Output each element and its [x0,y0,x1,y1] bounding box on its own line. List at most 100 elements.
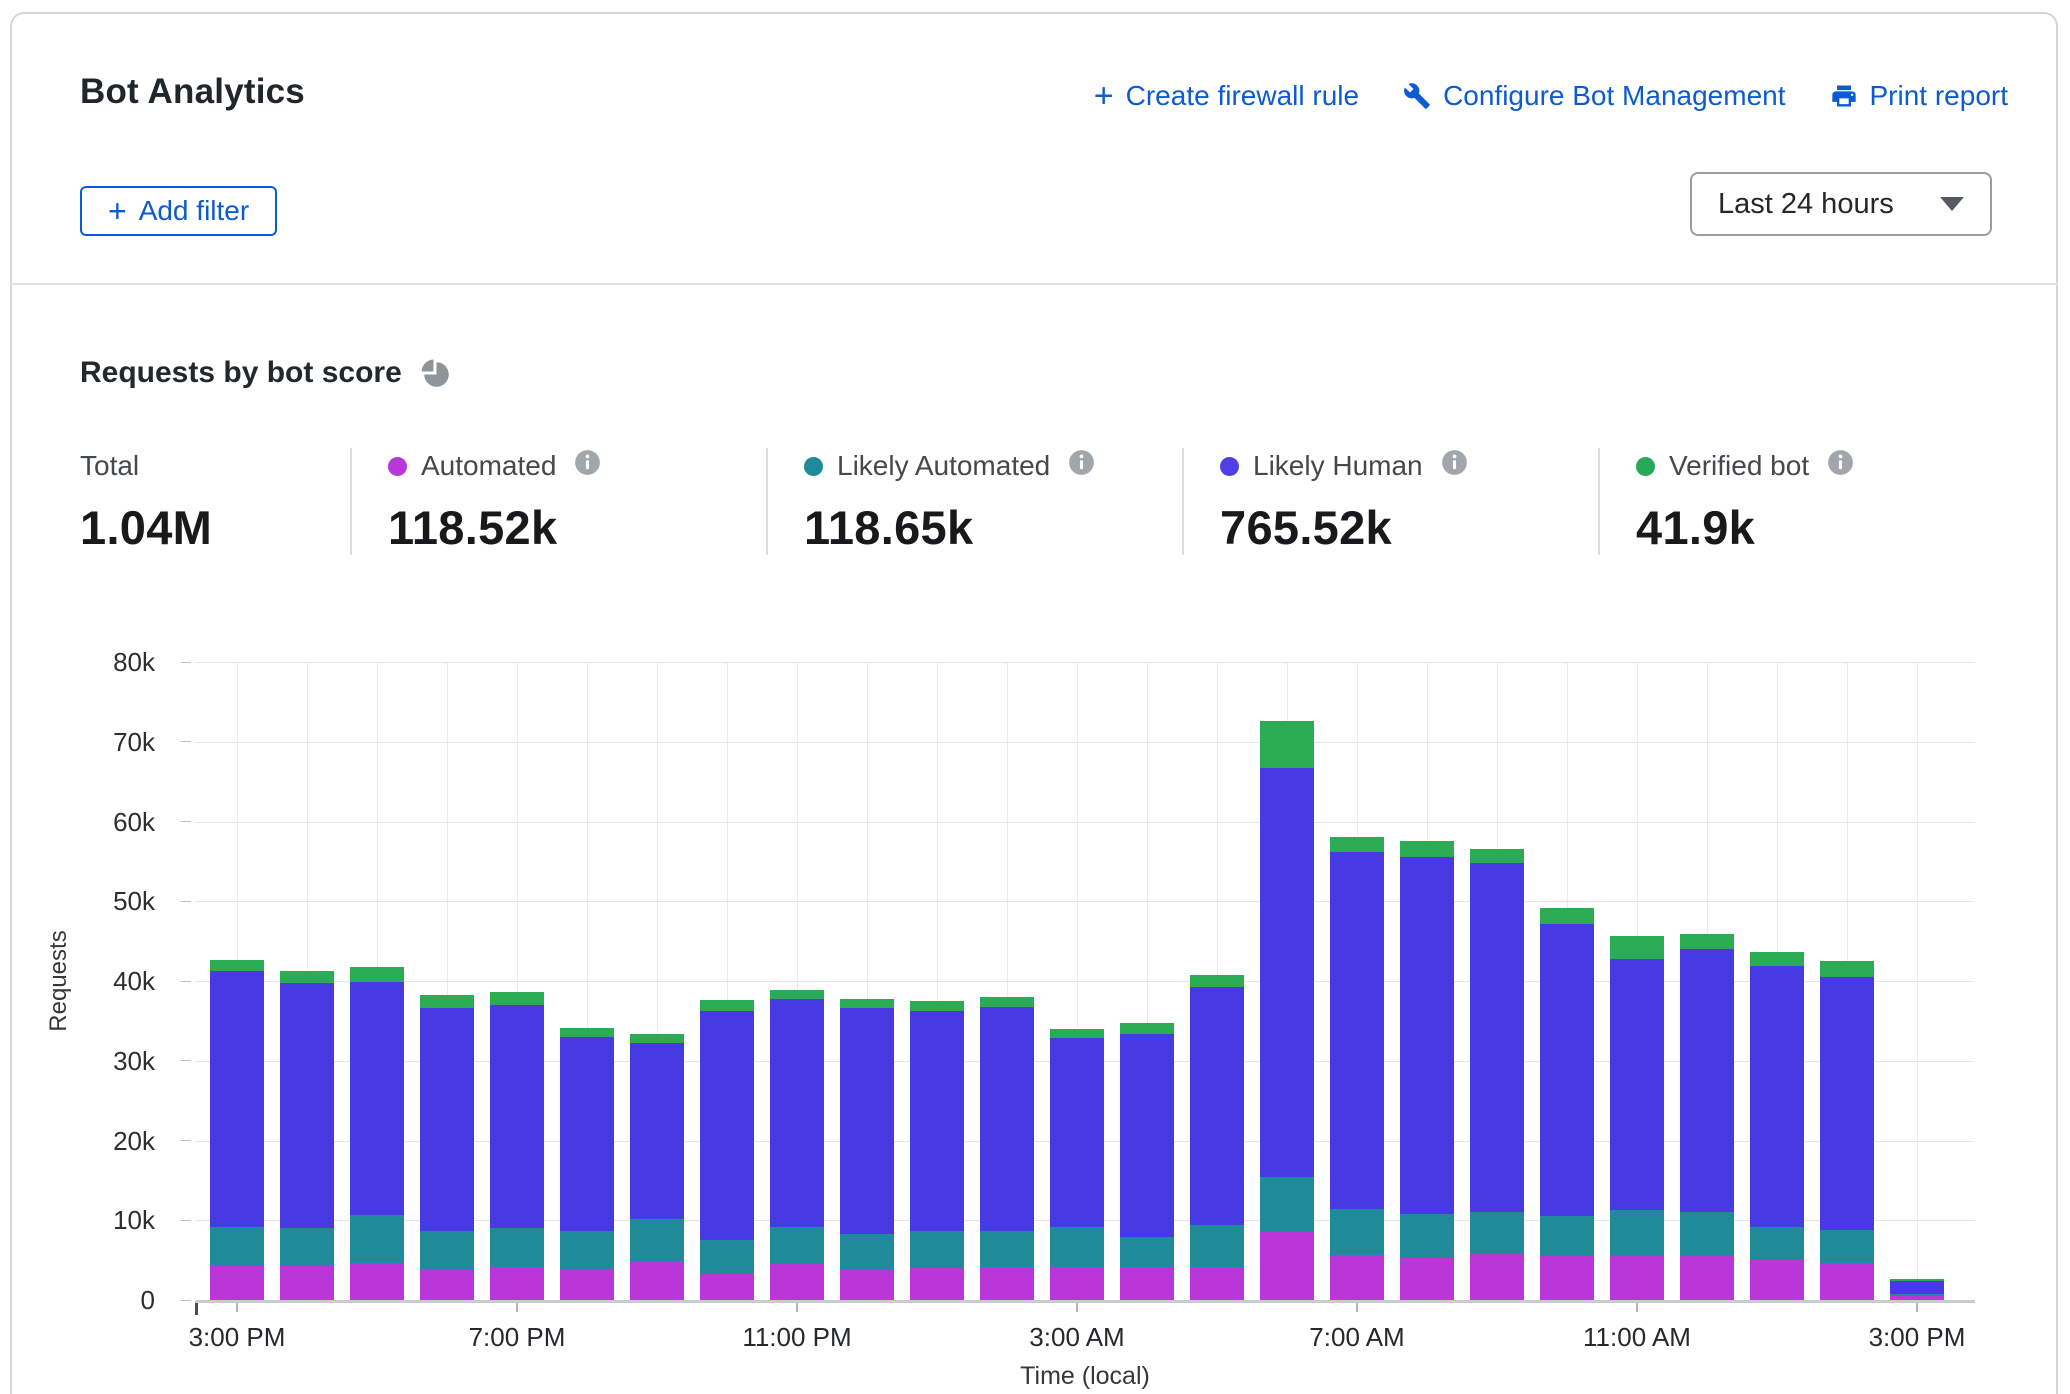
time-range-value: Last 24 hours [1718,188,1894,221]
horizontal-gridline [195,901,1975,902]
time-range-select[interactable]: Last 24 hours [1690,172,1992,236]
bar-segment-likely-automated [1610,1210,1664,1256]
bar-segment-likely-human [1400,857,1454,1213]
create-firewall-rule-link[interactable]: + Create firewall rule [1094,80,1359,112]
stacked-bar-800pm[interactable] [560,1028,614,1300]
stacked-bar-1100am[interactable] [1610,936,1664,1300]
header-divider [10,283,2058,285]
x-axis-tick-label: 3:00 PM [157,1322,317,1353]
bar-segment-likely-automated [1680,1212,1734,1256]
stacked-bar-900pm[interactable] [630,1034,684,1300]
stacked-bar-700pm[interactable] [490,992,544,1300]
bar-segment-automated [1050,1267,1104,1300]
chevron-down-icon [1940,197,1964,211]
stacked-bar-500pm[interactable] [350,967,404,1300]
stat-total-value: 1.04M [80,500,350,555]
add-filter-button[interactable]: + Add filter [80,186,277,236]
y-axis-tick-label: 60k [35,807,155,838]
y-axis-tick-label: 80k [35,647,155,678]
bar-segment-likely-human [840,1008,894,1234]
bar-segment-automated [630,1261,684,1300]
stat-verified-bot: Verified bot 41.9k [1598,448,2014,555]
bar-segment-automated [910,1268,964,1300]
horizontal-gridline [195,662,1975,663]
bar-segment-verified-bot [1120,1023,1174,1034]
pie-chart-icon [420,358,450,388]
bar-segment-verified-bot [420,995,474,1008]
stacked-bar-1100pm[interactable] [770,990,824,1300]
stats-row: Total 1.04M Automated 118.52k Likely Aut… [80,448,2014,555]
bar-segment-verified-bot [980,997,1034,1007]
bar-segment-automated [1890,1296,1944,1300]
bar-segment-automated [1400,1258,1454,1300]
x-axis-tick [1636,1303,1638,1312]
stacked-bar-1200am[interactable] [840,999,894,1300]
y-axis-tick [181,981,191,982]
y-axis-tick [181,741,191,742]
stacked-bar-200am[interactable] [980,997,1034,1300]
y-axis-tick-label: 70k [35,727,155,758]
bar-segment-likely-human [1260,768,1314,1177]
stacked-bar-1000pm[interactable] [700,1000,754,1300]
bar-segment-likely-human [630,1043,684,1218]
bar-segment-likely-automated [700,1240,754,1274]
bar-segment-automated [980,1267,1034,1300]
stacked-bar-100am[interactable] [910,1001,964,1300]
info-icon[interactable] [1827,449,1854,483]
wrench-icon [1403,82,1431,110]
bar-segment-verified-bot [1610,936,1664,959]
y-axis-tick-label: 20k [35,1126,155,1157]
bar-segment-automated [560,1269,614,1300]
info-icon[interactable] [1441,449,1468,483]
print-report-label: Print report [1870,80,2009,112]
x-axis-tick [1916,1303,1918,1312]
bar-segment-automated [210,1265,264,1300]
stacked-bar-300pm[interactable] [1890,1279,1944,1300]
stacked-bar-600pm[interactable] [420,995,474,1300]
automated-dot-icon [388,457,407,476]
stacked-bar-700am[interactable] [1330,837,1384,1300]
stacked-bar-400pm[interactable] [280,971,334,1300]
stacked-bar-900am[interactable] [1470,849,1524,1300]
bar-segment-likely-automated [840,1234,894,1269]
bar-segment-automated [1820,1263,1874,1300]
bar-segment-verified-bot [1540,908,1594,924]
stat-likely-automated-value: 118.65k [804,500,1182,555]
stacked-bar-1000am[interactable] [1540,908,1594,1300]
stat-verified-bot-value: 41.9k [1636,500,2014,555]
x-axis-line [195,1300,1975,1303]
bar-segment-automated [1330,1255,1384,1300]
stacked-bar-300am[interactable] [1050,1029,1104,1300]
y-axis-tick [181,901,191,902]
y-axis-tick-label: 10k [35,1205,155,1236]
configure-bot-management-label: Configure Bot Management [1443,80,1785,112]
bar-segment-automated [1610,1256,1664,1300]
print-report-link[interactable]: Print report [1830,80,2009,112]
stacked-bar-800am[interactable] [1400,841,1454,1300]
x-axis-tick [1356,1303,1358,1312]
bar-segment-automated [770,1264,824,1300]
info-icon[interactable] [574,449,601,483]
bar-segment-likely-automated [1330,1209,1384,1255]
y-axis-tick [181,662,191,663]
bar-segment-automated [420,1269,474,1300]
bar-segment-likely-automated [560,1231,614,1269]
bar-segment-likely-automated [1820,1230,1874,1263]
bar-segment-likely-automated [1540,1216,1594,1256]
stat-likely-human-label: Likely Human [1253,450,1423,482]
stacked-bar-600am[interactable] [1260,721,1314,1300]
stacked-bar-300pm[interactable] [210,960,264,1300]
stacked-bar-100pm[interactable] [1750,952,1804,1300]
stacked-bar-500am[interactable] [1190,975,1244,1300]
bar-segment-automated [1260,1232,1314,1300]
verified-bot-dot-icon [1636,457,1655,476]
stat-likely-human: Likely Human 765.52k [1182,448,1598,555]
configure-bot-management-link[interactable]: Configure Bot Management [1403,80,1785,112]
stacked-bar-1200pm[interactable] [1680,934,1734,1300]
stacked-bar-400am[interactable] [1120,1023,1174,1301]
info-icon[interactable] [1068,449,1095,483]
bar-segment-verified-bot [1260,721,1314,768]
stacked-bar-200pm[interactable] [1820,961,1874,1300]
bar-segment-verified-bot [1750,952,1804,966]
x-axis-tick-label: 11:00 PM [717,1322,877,1353]
